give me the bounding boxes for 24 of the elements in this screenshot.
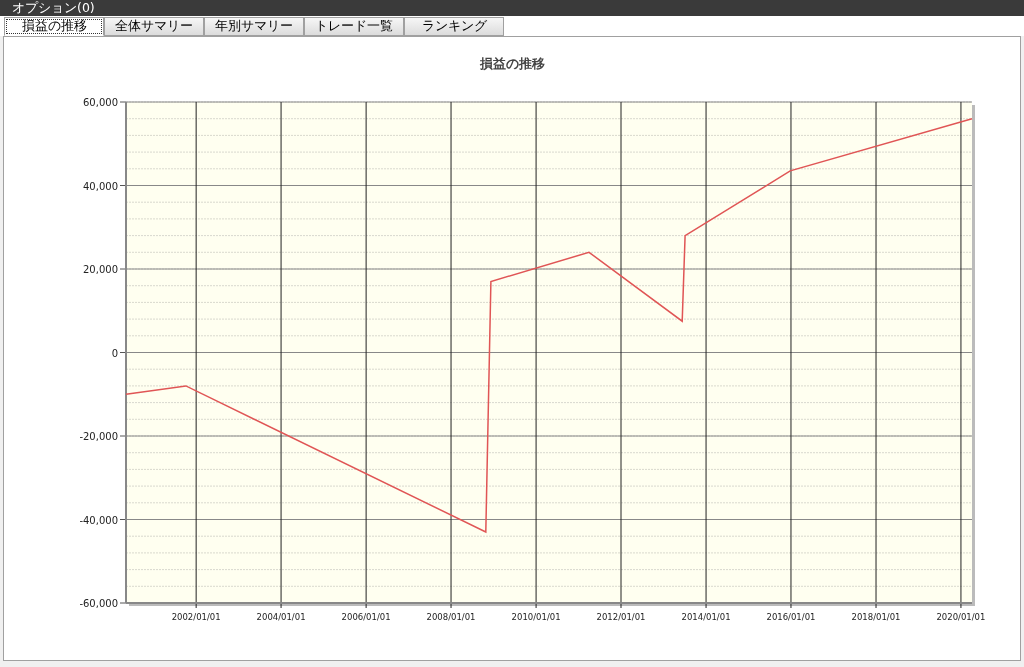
x-tick-label: 2016/01/01 <box>766 612 816 622</box>
y-tick-label: -60,000 <box>79 598 118 609</box>
tab[interactable]: 損益の推移 <box>4 17 104 36</box>
y-tick-label: 0 <box>111 347 118 359</box>
x-tick-label: 2002/01/01 <box>171 612 221 622</box>
y-tick-label: 60,000 <box>83 97 118 108</box>
y-tick-label: -20,000 <box>79 431 118 442</box>
x-tick-label: 2014/01/01 <box>681 612 731 622</box>
tab[interactable]: 全体サマリー <box>104 17 204 36</box>
window-title: オプション(0) <box>0 0 1024 16</box>
x-tick-label: 2006/01/01 <box>341 612 391 622</box>
x-tick-label: 2020/01/01 <box>936 612 986 622</box>
x-tick-label: 2018/01/01 <box>851 612 901 622</box>
y-tick-label: 20,000 <box>83 264 118 275</box>
tab[interactable]: 年別サマリー <box>204 17 304 36</box>
x-tick-label: 2008/01/01 <box>426 612 476 622</box>
x-tick-label: 2012/01/01 <box>596 612 646 622</box>
x-tick-label: 2010/01/01 <box>511 612 561 622</box>
tab[interactable]: ランキング <box>404 17 504 36</box>
chart-title: 損益の推移 <box>479 56 545 71</box>
x-tick-label: 2004/01/01 <box>256 612 306 622</box>
y-tick-label: -40,000 <box>79 514 118 526</box>
tab[interactable]: トレード一覧 <box>304 17 404 36</box>
y-tick-label: 40,000 <box>83 180 118 192</box>
